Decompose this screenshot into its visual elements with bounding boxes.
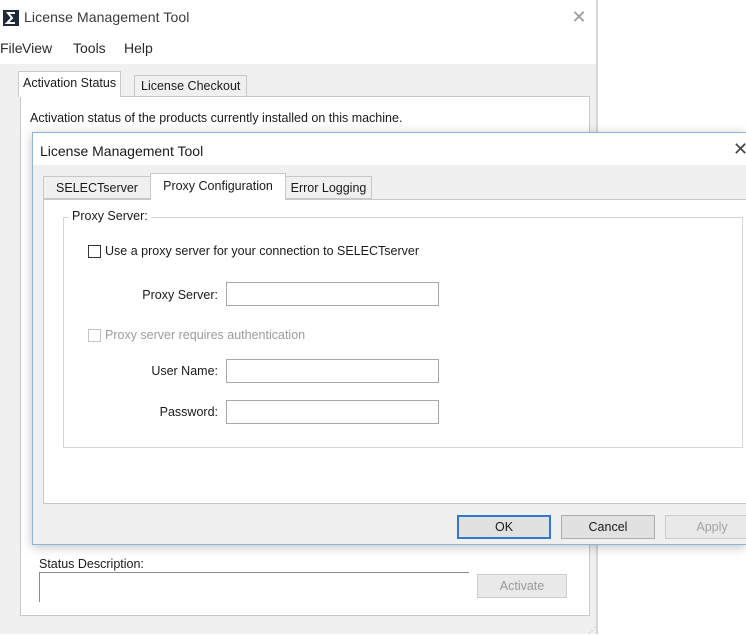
dialog-titlebar: License Management Tool ✕ [33,133,746,165]
tab-activation-status[interactable]: Activation Status [18,71,122,97]
status-description-label: Status Description: [39,557,144,571]
status-description-field[interactable] [39,572,469,602]
user-name-label: User Name: [151,364,218,378]
menu-tools[interactable]: Tools [73,40,106,56]
background-close-icon[interactable]: ✕ [566,5,592,29]
background-titlebar: License Management Tool ✕ [0,0,596,34]
ok-button[interactable]: OK [457,515,551,539]
password-label: Password: [159,405,218,419]
tab-selectserver[interactable]: SELECTserver [43,176,151,199]
tab-error-logging[interactable]: Error Logging [285,176,372,199]
password-input[interactable] [226,400,439,424]
menu-help[interactable]: Help [124,40,153,56]
menu-view[interactable]: View [22,40,52,56]
tab-license-checkout[interactable]: License Checkout [134,75,248,97]
app-icon [3,10,19,26]
use-proxy-label[interactable]: Use a proxy server for your connection t… [105,244,419,258]
activation-description: Activation status of the products curren… [30,111,403,125]
proxy-server-group-label: Proxy Server: [69,209,151,223]
proxy-server-input[interactable] [226,282,439,306]
apply-button[interactable]: Apply [665,515,746,539]
dialog-close-icon[interactable]: ✕ [733,137,746,161]
proxy-auth-checkbox[interactable] [88,329,101,342]
dialog-title: License Management Tool [40,143,204,159]
menu-file[interactable]: File [0,40,23,56]
user-name-input[interactable] [226,359,439,383]
activate-button[interactable]: Activate [477,574,567,598]
background-window-title: License Management Tool [24,9,190,25]
use-proxy-checkbox[interactable] [88,245,101,258]
cancel-button[interactable]: Cancel [561,515,655,539]
status-strip [0,618,596,634]
proxy-dialog: License Management Tool ✕ SELECTserver P… [32,132,746,545]
tab-proxy-configuration[interactable]: Proxy Configuration [150,173,286,200]
proxy-server-label: Proxy Server: [142,288,218,302]
proxy-auth-label: Proxy server requires authentication [105,328,306,342]
